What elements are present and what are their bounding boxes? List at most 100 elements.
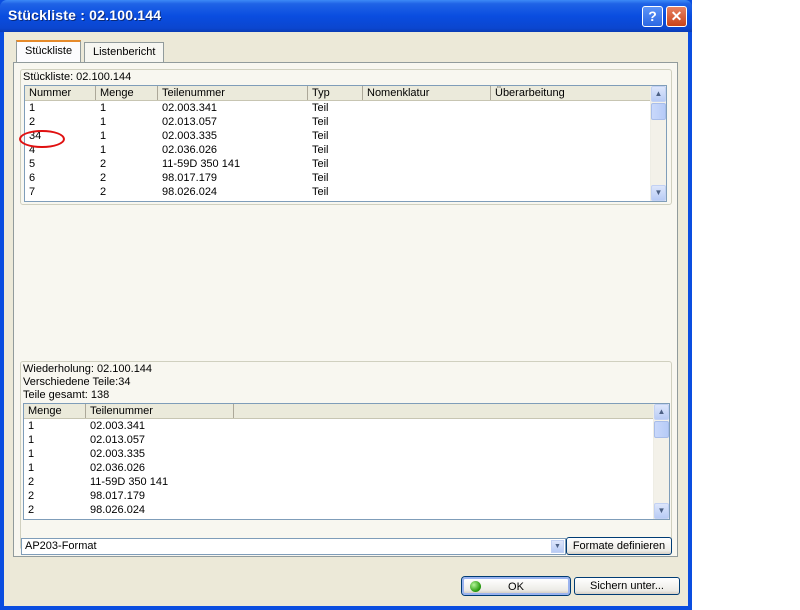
ok-button-label: OK (508, 581, 524, 593)
column-header-bom-3[interactable]: Typ (308, 86, 363, 100)
table-cell (491, 115, 652, 129)
table-cell: 2 (100, 158, 107, 170)
table-cell: 2 (29, 116, 36, 128)
table-row[interactable]: 1 02.003.341 (24, 419, 234, 433)
save-as-button[interactable]: Sichern unter... (574, 577, 680, 595)
format-select-value: AP203-Format (25, 540, 97, 552)
table-row[interactable]: 6 2 98.017.179 Teil (25, 171, 652, 185)
dialog-client: Stückliste Listenbericht Stückliste: 02.… (4, 32, 688, 606)
table-cell: 98.026.024 (90, 504, 146, 516)
table-cell: Teil (312, 158, 329, 170)
table-cell (363, 185, 491, 199)
table-cell: 02.036.026 (162, 144, 218, 156)
repeat-list-scrollbar[interactable]: ▲ ▼ (653, 404, 669, 519)
bom-group-label: Stückliste: 02.100.144 (23, 71, 132, 83)
highlight-circle (19, 130, 65, 148)
repeat-list-header: Menge Teilenummer (24, 404, 655, 419)
table-cell: 2 (28, 476, 35, 488)
tab-listenbericht[interactable]: Listenbericht (84, 42, 165, 62)
tab-stueckliste[interactable]: Stückliste (16, 40, 82, 63)
scroll-down-icon[interactable]: ▼ (651, 185, 666, 201)
table-cell (491, 171, 652, 185)
bom-list-scrollbar[interactable]: ▲ ▼ (650, 86, 666, 201)
column-header-repeat-0[interactable]: Menge (24, 404, 86, 418)
table-cell: 98.026.024 (162, 186, 218, 198)
table-row[interactable]: 1 02.013.057 (24, 433, 234, 447)
table-row[interactable]: 7 2 98.026.024 Teil (25, 185, 652, 199)
repeat-label: Wiederholung: 02.100.144 (23, 363, 153, 375)
define-formats-button[interactable]: Formate definieren (566, 537, 672, 555)
table-row[interactable]: 34 1 02.003.335 Teil (25, 129, 652, 143)
scroll-down-icon[interactable]: ▼ (654, 503, 669, 519)
table-cell: 02.013.057 (162, 116, 218, 128)
table-cell: 02.013.057 (90, 434, 146, 446)
table-cell: 7 (29, 186, 36, 198)
table-cell: 11-59D 350 141 (162, 158, 241, 170)
table-cell: 2 (100, 186, 107, 198)
repeat-list[interactable]: Menge Teilenummer 1 02.003.341 1 02.013.057 1… (23, 403, 670, 520)
table-cell: Teil (312, 130, 329, 142)
table-cell: 2 (28, 504, 35, 516)
table-row[interactable]: 2 1 02.013.057 Teil (25, 115, 652, 129)
table-cell: 1 (28, 420, 35, 432)
table-cell: 11-59D 350 141 (90, 476, 169, 488)
table-cell: 02.003.341 (162, 102, 218, 114)
table-cell (363, 101, 491, 115)
distinct-parts-label: Verschiedene Teile:34 (23, 376, 131, 388)
title-bar[interactable]: Stückliste : 02.100.144 ? ✕ (0, 0, 692, 32)
table-row[interactable]: 1 1 02.003.341 Teil (25, 101, 652, 115)
table-cell (491, 157, 652, 171)
table-cell: 1 (28, 462, 35, 474)
table-cell: Teil (312, 116, 329, 128)
table-row[interactable]: 2 11-59D 350 141 (24, 475, 234, 489)
repeat-group: Wiederholung: 02.100.144 Verschiedene Te… (20, 361, 672, 550)
bom-list[interactable]: Nummer Menge Teilenummer Typ Nomenklatur Über… (24, 85, 667, 202)
table-cell: 1 (28, 434, 35, 446)
table-cell: 1 (29, 102, 36, 114)
column-header-bom-2[interactable]: Teilenummer (158, 86, 308, 100)
table-cell: 98.017.179 (162, 172, 218, 184)
scroll-thumb[interactable] (654, 421, 669, 438)
column-header-bom-1[interactable]: Menge (96, 86, 158, 100)
column-header-repeat-1[interactable]: Teilenummer (86, 404, 234, 418)
table-cell: 1 (100, 144, 107, 156)
scroll-up-icon[interactable]: ▲ (651, 86, 666, 102)
table-cell: Teil (312, 102, 329, 114)
table-cell: 98.017.179 (90, 490, 146, 502)
table-cell (363, 157, 491, 171)
format-select[interactable]: AP203-Format ▼ (21, 538, 566, 555)
table-cell: 1 (100, 130, 107, 142)
column-header-bom-5[interactable]: Überarbeitung (491, 86, 652, 100)
table-cell (491, 143, 652, 157)
ok-button[interactable]: OK (462, 577, 570, 595)
ok-status-icon (470, 581, 481, 592)
window-title: Stückliste : 02.100.144 (8, 7, 162, 23)
table-cell: 02.003.335 (90, 448, 146, 460)
table-cell (363, 143, 491, 157)
table-cell (491, 129, 652, 143)
bom-group: Stückliste: 02.100.144 Nummer Menge Teilen… (20, 69, 672, 205)
table-cell: 5 (29, 158, 36, 170)
table-cell (491, 101, 652, 115)
help-button[interactable]: ? (642, 6, 663, 27)
table-row[interactable]: 1 02.003.335 (24, 447, 234, 461)
column-header-bom-0[interactable]: Nummer (25, 86, 96, 100)
column-header-bom-4[interactable]: Nomenklatur (363, 86, 491, 100)
scroll-up-icon[interactable]: ▲ (654, 404, 669, 420)
table-row[interactable]: 5 2 11-59D 350 141 Teil (25, 157, 652, 171)
close-button[interactable]: ✕ (666, 6, 687, 27)
table-cell: 02.003.341 (90, 420, 146, 432)
table-row[interactable]: 1 02.036.026 (24, 461, 234, 475)
table-cell: 2 (100, 172, 107, 184)
tab-panel: Stückliste: 02.100.144 Nummer Menge Teilen… (13, 62, 678, 557)
table-row[interactable]: 4 1 02.036.026 Teil (25, 143, 652, 157)
table-cell: 1 (100, 116, 107, 128)
chevron-down-icon[interactable]: ▼ (551, 540, 564, 553)
table-cell: 6 (29, 172, 36, 184)
table-cell: 02.036.026 (90, 462, 146, 474)
scroll-thumb[interactable] (651, 103, 666, 120)
table-row[interactable]: 2 98.017.179 (24, 489, 234, 503)
table-row[interactable]: 2 98.026.024 (24, 503, 234, 517)
table-cell (363, 129, 491, 143)
table-cell (491, 185, 652, 199)
